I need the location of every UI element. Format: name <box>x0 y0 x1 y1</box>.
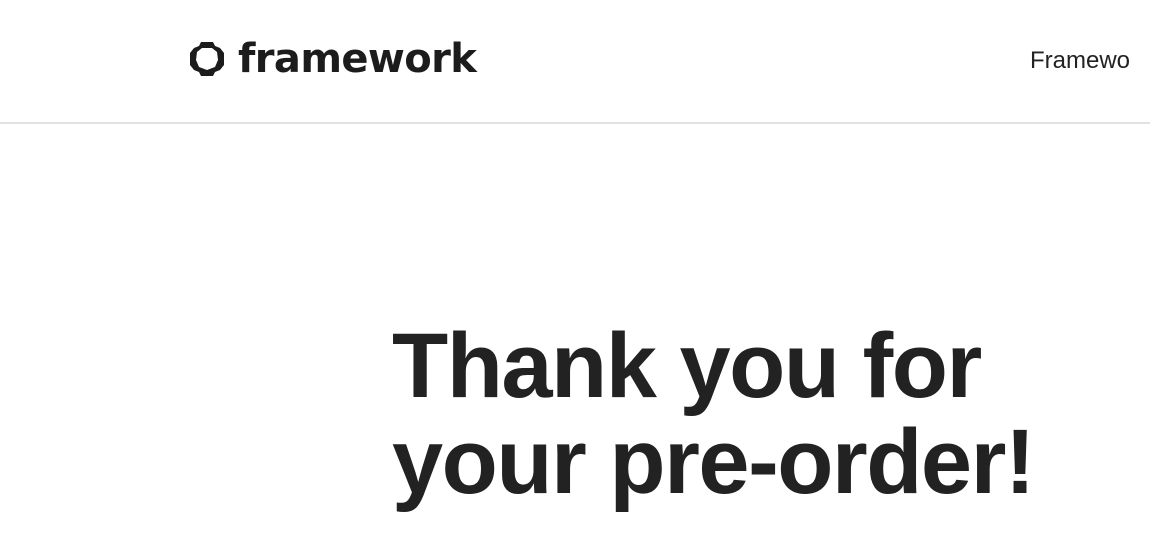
framework-logo-link[interactable]: framework <box>186 36 477 82</box>
site-header: framework Framewo <box>0 0 1150 124</box>
logo-wordmark: framework <box>238 36 477 82</box>
nav-link-framework[interactable]: Framewo <box>1030 46 1130 76</box>
page: framework Framewo Thank you for your pre… <box>0 0 1150 548</box>
page-title-line-1: Thank you for <box>392 315 982 417</box>
page-title-line-2: your pre-order! <box>392 411 1036 513</box>
framework-gear-icon <box>190 42 224 76</box>
page-title: Thank you for your pre-order! <box>392 318 1132 510</box>
